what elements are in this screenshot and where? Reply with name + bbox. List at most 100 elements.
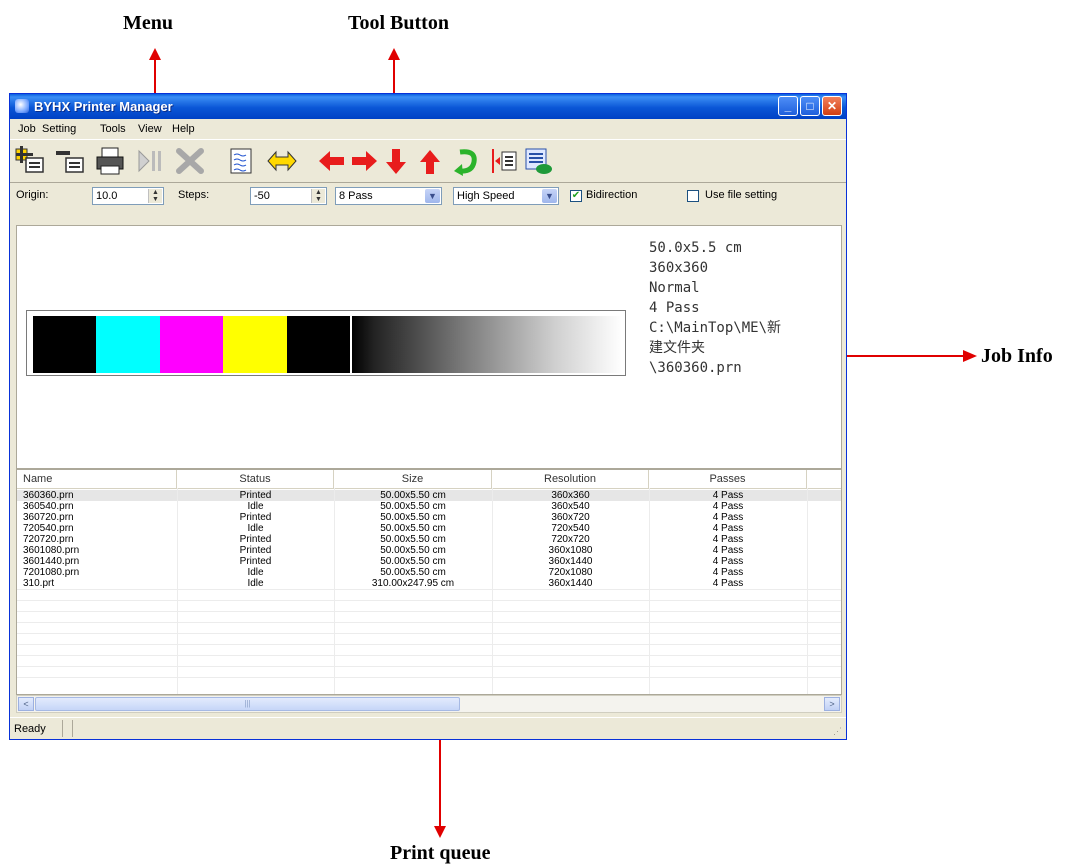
cell-resolution: 360x1080 — [548, 545, 593, 556]
cell-passes: 4 Pass — [712, 490, 744, 501]
menu-tools[interactable]: Tools — [100, 123, 126, 135]
column-status[interactable]: Status — [177, 470, 334, 488]
menu-view-label: View — [138, 123, 162, 135]
use-file-setting-checkbox[interactable] — [687, 190, 699, 202]
empty-row-line — [17, 622, 841, 623]
cell-size: 50.00x5.50 cm — [380, 545, 446, 556]
menu-view[interactable]: View — [138, 123, 162, 135]
window-title: BYHX Printer Manager — [34, 99, 173, 114]
print-queue-list: Name Status Size Resolution Passes 36036… — [16, 469, 842, 695]
column-size[interactable]: Size — [334, 470, 492, 488]
arrow-down-icon[interactable] — [380, 146, 412, 176]
column-divider — [807, 488, 808, 694]
steps-input[interactable]: -50 ▲ ▼ — [250, 187, 327, 205]
column-divider — [334, 488, 335, 694]
rotate-icon[interactable] — [450, 146, 482, 176]
cell-resolution: 360x360 — [551, 490, 590, 501]
job-info-arrow-head — [963, 350, 977, 362]
column-name[interactable]: Name — [17, 470, 177, 488]
callout-menu: Menu — [123, 12, 173, 34]
steps-spinner[interactable]: ▲ ▼ — [311, 189, 325, 203]
pass-select[interactable]: 8 Pass ▼ — [335, 187, 442, 205]
callout-job-info: Job Info — [981, 345, 1053, 367]
scroll-left-button[interactable]: < — [18, 697, 34, 711]
column-passes[interactable]: Passes — [649, 470, 807, 488]
pass-dropdown-icon[interactable]: ▼ — [425, 189, 440, 203]
job-info-path-1: C:\MainTop\ME\新 — [649, 320, 782, 336]
empty-row-line — [17, 600, 841, 601]
table-row[interactable]: 720720.prn Printed 50.00x5.50 cm 720x720 4 P… — [17, 534, 841, 545]
arrow-right-icon[interactable] — [348, 146, 380, 176]
table-row[interactable]: 360360.prn Printed 50.00x5.50 cm 360x360 4 P… — [17, 490, 841, 501]
cell-name: 3601080.prn — [23, 545, 80, 556]
remove-job-icon[interactable] — [54, 146, 86, 176]
minimize-button[interactable]: _ — [778, 96, 798, 116]
cell-name: 7201080.prn — [23, 567, 80, 578]
origin-input[interactable]: 10.0 ▲ ▼ — [92, 187, 164, 205]
cell-resolution: 360x720 — [551, 512, 590, 523]
cell-name: 3601440.prn — [23, 556, 80, 567]
cell-status: Printed — [239, 512, 272, 523]
arrow-left-icon[interactable] — [316, 146, 348, 176]
cell-passes: 4 Pass — [712, 567, 744, 578]
speed-select[interactable]: High Speed ▼ — [453, 187, 559, 205]
table-row[interactable]: 3601440.prn Printed 50.00x5.50 cm 360x1440 4… — [17, 556, 841, 567]
print-icon[interactable] — [94, 146, 126, 176]
abort-icon[interactable] — [174, 146, 206, 176]
cell-name: 360360.prn — [23, 490, 74, 501]
menu-tools-label: Tools — [100, 123, 126, 135]
resize-grip-icon[interactable]: ⋰ — [833, 726, 842, 737]
cell-resolution: 720x540 — [551, 523, 590, 534]
arrow-up-icon[interactable] — [414, 146, 446, 176]
pause-icon[interactable] — [134, 146, 166, 176]
close-button[interactable]: ✕ — [822, 96, 842, 116]
settings-icon[interactable] — [522, 146, 554, 176]
steps-value: -50 — [254, 190, 270, 202]
status-text: Ready — [14, 723, 46, 735]
table-row[interactable]: 310.prt Idle 310.00x247.95 cm 360x1440 4 Pas… — [17, 578, 841, 589]
origin-spinner[interactable]: ▲ ▼ — [148, 189, 162, 203]
menu-job[interactable]: Job — [18, 123, 36, 135]
menu-setting[interactable]: Setting — [42, 123, 76, 135]
title-bar[interactable]: BYHX Printer Manager _ □ ✕ — [10, 94, 846, 119]
status-divider — [62, 720, 63, 737]
cell-status: Printed — [239, 490, 272, 501]
cell-status: Printed — [239, 545, 272, 556]
table-row[interactable]: 720540.prn Idle 50.00x5.50 cm 720x540 4 Pass — [17, 523, 841, 534]
toolbar — [10, 139, 846, 183]
menu-setting-label: Setting — [42, 123, 77, 135]
swatch-cyan — [96, 316, 160, 373]
swatch-magenta — [160, 316, 223, 373]
cell-size: 50.00x5.50 cm — [380, 523, 446, 534]
empty-row-line — [17, 589, 841, 590]
table-row[interactable]: 7201080.prn Idle 50.00x5.50 cm 720x1080 4 Pa… — [17, 567, 841, 578]
scroll-thumb[interactable]: ||| — [35, 697, 460, 711]
job-info-text: 50.0x5.5 cm 360x360 Normal 4 Pass C:\MainTop… — [649, 238, 781, 378]
cell-name: 720540.prn — [23, 523, 74, 534]
bidirection-label: Bidirection — [586, 189, 638, 201]
bidirection-checkbox[interactable]: ✔ — [570, 190, 582, 202]
wave-icon[interactable] — [226, 146, 258, 176]
swatch-yellow — [223, 316, 287, 373]
horizontal-scrollbar[interactable]: < ||| > — [16, 695, 842, 713]
measure-icon[interactable] — [488, 146, 520, 176]
cell-status: Idle — [247, 567, 264, 578]
table-row[interactable]: 3601080.prn Printed 50.00x5.50 cm 360x1080 4… — [17, 545, 841, 556]
scroll-right-button[interactable]: > — [824, 697, 840, 711]
menu-job-label: Job — [18, 123, 36, 135]
add-job-icon[interactable] — [14, 146, 46, 176]
table-row[interactable]: 360720.prn Printed 50.00x5.50 cm 360x720 4 P… — [17, 512, 841, 523]
menu-help[interactable]: Help — [172, 123, 195, 135]
job-info-path-3: \360360.prn — [649, 360, 742, 376]
speed-dropdown-icon[interactable]: ▼ — [542, 189, 557, 203]
empty-row-line — [17, 633, 841, 634]
menu-arrow-head — [149, 48, 161, 60]
maximize-button[interactable]: □ — [800, 96, 820, 116]
column-resolution[interactable]: Resolution — [492, 470, 649, 488]
cell-name: 720720.prn — [23, 534, 74, 545]
horizontal-move-icon[interactable] — [266, 146, 298, 176]
empty-row-line — [17, 611, 841, 612]
job-info-path-2: 建文件夹 — [649, 340, 705, 356]
gray-gradient — [352, 316, 622, 373]
table-row[interactable]: 360540.prn Idle 50.00x5.50 cm 360x540 4 Pass — [17, 501, 841, 512]
